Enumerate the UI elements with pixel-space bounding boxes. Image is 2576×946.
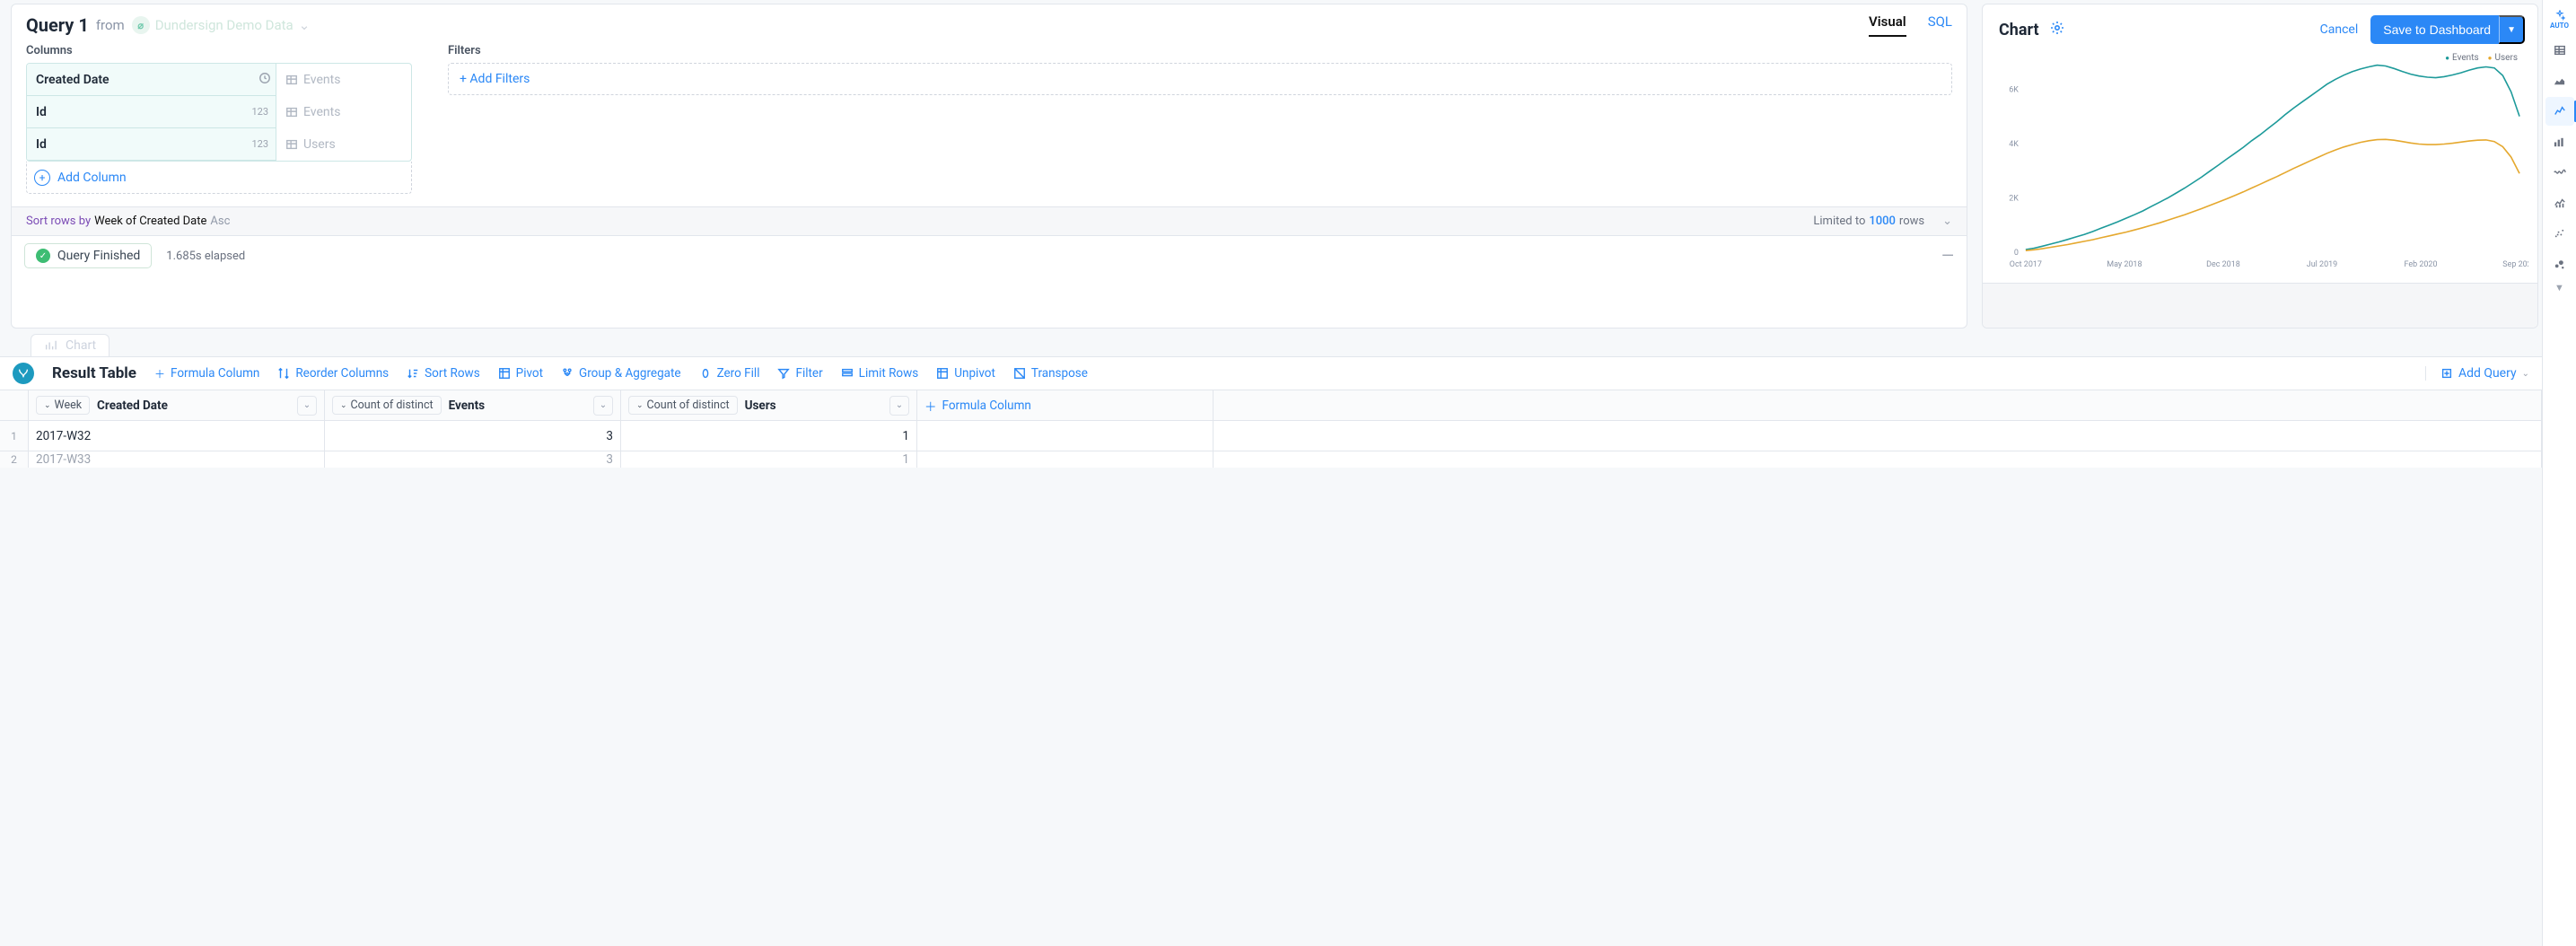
result-icon (13, 363, 34, 384)
elapsed-label: 1.685s elapsed (166, 250, 245, 263)
svg-text:Oct 2017: Oct 2017 (2010, 260, 2042, 269)
chevron-down-icon: ⌄ (299, 17, 311, 33)
cell[interactable]: 1 (621, 451, 917, 468)
query-title: Query 1 (26, 14, 89, 36)
chart-type-scatter[interactable] (2545, 219, 2574, 248)
cell[interactable]: 3 (325, 451, 621, 468)
row-number: 2 (0, 451, 29, 468)
tool-group-aggregate[interactable]: Group & Aggregate (561, 366, 681, 381)
tool-unpivot[interactable]: Unpivot (936, 366, 995, 381)
save-to-dashboard-button[interactable]: Save to Dashboard (2370, 15, 2503, 44)
add-formula-column[interactable]: ＋Formula Column (917, 390, 1214, 421)
collapse-button[interactable]: — (1941, 247, 1954, 266)
filters-heading: Filters (448, 44, 1952, 57)
data-source-chip[interactable]: ⌀ Dundersign Demo Data ⌄ (132, 16, 311, 34)
chevron-down-icon[interactable]: ⌄ (593, 396, 613, 416)
column-source: Events (276, 73, 411, 87)
check-icon: ✓ (36, 249, 50, 263)
chart-type-bar[interactable] (2545, 127, 2574, 156)
columns-heading: Columns (26, 44, 412, 57)
result-title: Result Table (52, 364, 136, 382)
plus-icon: + (34, 170, 50, 186)
data-source-name: Dundersign Demo Data (155, 17, 294, 33)
number-type-icon: 123 (251, 138, 276, 150)
result-section: Result Table ＋Formula Column Reorder Col… (0, 356, 2542, 468)
chart-plot: Events Users 0 2K 4K 6K Oct 2017 May 2018 Dec … (1983, 49, 2537, 283)
row-limit[interactable]: Limited to 1000 rows ⌄ (1813, 215, 1952, 228)
sidebar-more-icon[interactable]: ▼ (2554, 282, 2564, 293)
cancel-link[interactable]: Cancel (2320, 22, 2359, 37)
svg-text:2K: 2K (2009, 194, 2019, 203)
chart-panel: Chart Cancel Save to Dashboard ▼ Eve (1982, 4, 2538, 328)
chart-ghost-tab[interactable]: Chart (31, 334, 110, 356)
tab-visual[interactable]: Visual (1869, 13, 1906, 37)
from-label: from (96, 17, 125, 33)
col-header-events[interactable]: ⌄Count of distinct Events ⌄ (325, 390, 621, 421)
chart-type-table[interactable] (2545, 36, 2574, 65)
column-chip[interactable]: Id 123 (27, 96, 276, 128)
clock-icon (254, 72, 276, 88)
row-header-blank (0, 390, 29, 421)
chart-type-sidebar: AUTO ▼ (2542, 0, 2576, 946)
cell-empty (1214, 421, 2542, 451)
chart-legend: Events Users (2445, 53, 2518, 63)
chart-type-bubble[interactable] (2545, 250, 2574, 278)
chart-title: Chart (1999, 21, 2039, 39)
chevron-down-icon[interactable]: ⌄ (889, 396, 909, 416)
column-chip[interactable]: Created Date (27, 64, 276, 96)
column-source: Events (276, 105, 411, 119)
chevron-down-icon: ⌄ (1942, 215, 1952, 228)
svg-text:Sep 2020: Sep 2020 (2502, 260, 2528, 269)
chart-footer (1983, 283, 2537, 328)
chart-type-auto[interactable]: AUTO (2545, 5, 2574, 34)
tool-limit-rows[interactable]: Limit Rows (841, 366, 919, 381)
svg-text:6K: 6K (2009, 85, 2019, 94)
add-query-button[interactable]: Add Query ⌄ (2440, 366, 2529, 381)
add-filters-button[interactable]: + Add Filters (448, 63, 1952, 95)
chart-type-line[interactable] (2545, 97, 2574, 126)
cell[interactable]: 2017-W33 (29, 451, 325, 468)
col-header-blank (1214, 390, 2542, 421)
query-panel: Query 1 from ⌀ Dundersign Demo Data ⌄ Vi… (11, 4, 1967, 328)
svg-text:Dec 2018: Dec 2018 (2206, 260, 2240, 269)
query-status[interactable]: ✓ Query Finished (24, 243, 152, 268)
sort-bar[interactable]: Sort rows by Week of Created Date Asc Li… (12, 206, 1967, 235)
result-table: ⌄Week Created Date ⌄ ⌄Count of distinct … (0, 390, 2542, 468)
column-source: Users (276, 137, 411, 152)
cell[interactable]: 2017-W32 (29, 421, 325, 451)
cell[interactable]: 3 (325, 421, 621, 451)
tool-zero-fill[interactable]: Zero Fill (699, 366, 760, 381)
column-chip[interactable]: Id 123 (27, 128, 276, 161)
add-column-button[interactable]: + Add Column (26, 162, 412, 194)
chart-type-combo[interactable] (2545, 188, 2574, 217)
column-list: Created Date Events (26, 63, 412, 162)
tool-pivot[interactable]: Pivot (498, 366, 543, 381)
tool-reorder-columns[interactable]: Reorder Columns (277, 366, 389, 381)
data-source-icon: ⌀ (132, 16, 150, 34)
svg-text:Feb 2020: Feb 2020 (2405, 260, 2438, 269)
svg-text:Jul 2019: Jul 2019 (2307, 260, 2337, 269)
tool-filter[interactable]: Filter (777, 366, 822, 381)
svg-text:May 2018: May 2018 (2107, 260, 2142, 269)
cell-empty (917, 451, 1214, 468)
gear-icon[interactable] (2050, 21, 2064, 39)
tab-sql[interactable]: SQL (1928, 13, 1952, 37)
col-header-created-date[interactable]: ⌄Week Created Date ⌄ (29, 390, 325, 421)
chevron-down-icon[interactable]: ⌄ (297, 396, 317, 416)
chart-type-sparkline[interactable] (2545, 158, 2574, 187)
col-header-users[interactable]: ⌄Count of distinct Users ⌄ (621, 390, 917, 421)
number-type-icon: 123 (251, 106, 276, 118)
cell-empty (1214, 451, 2542, 468)
tool-transpose[interactable]: Transpose (1013, 366, 1088, 381)
row-number: 1 (0, 421, 29, 451)
chart-type-area[interactable] (2545, 66, 2574, 95)
tool-sort-rows[interactable]: Sort Rows (407, 366, 480, 381)
tool-formula-column[interactable]: ＋Formula Column (154, 366, 259, 381)
cell[interactable]: 1 (621, 421, 917, 451)
svg-text:0: 0 (2014, 249, 2019, 258)
svg-text:4K: 4K (2009, 140, 2019, 149)
cell-empty (917, 421, 1214, 451)
save-dropdown-button[interactable]: ▼ (2499, 15, 2525, 44)
